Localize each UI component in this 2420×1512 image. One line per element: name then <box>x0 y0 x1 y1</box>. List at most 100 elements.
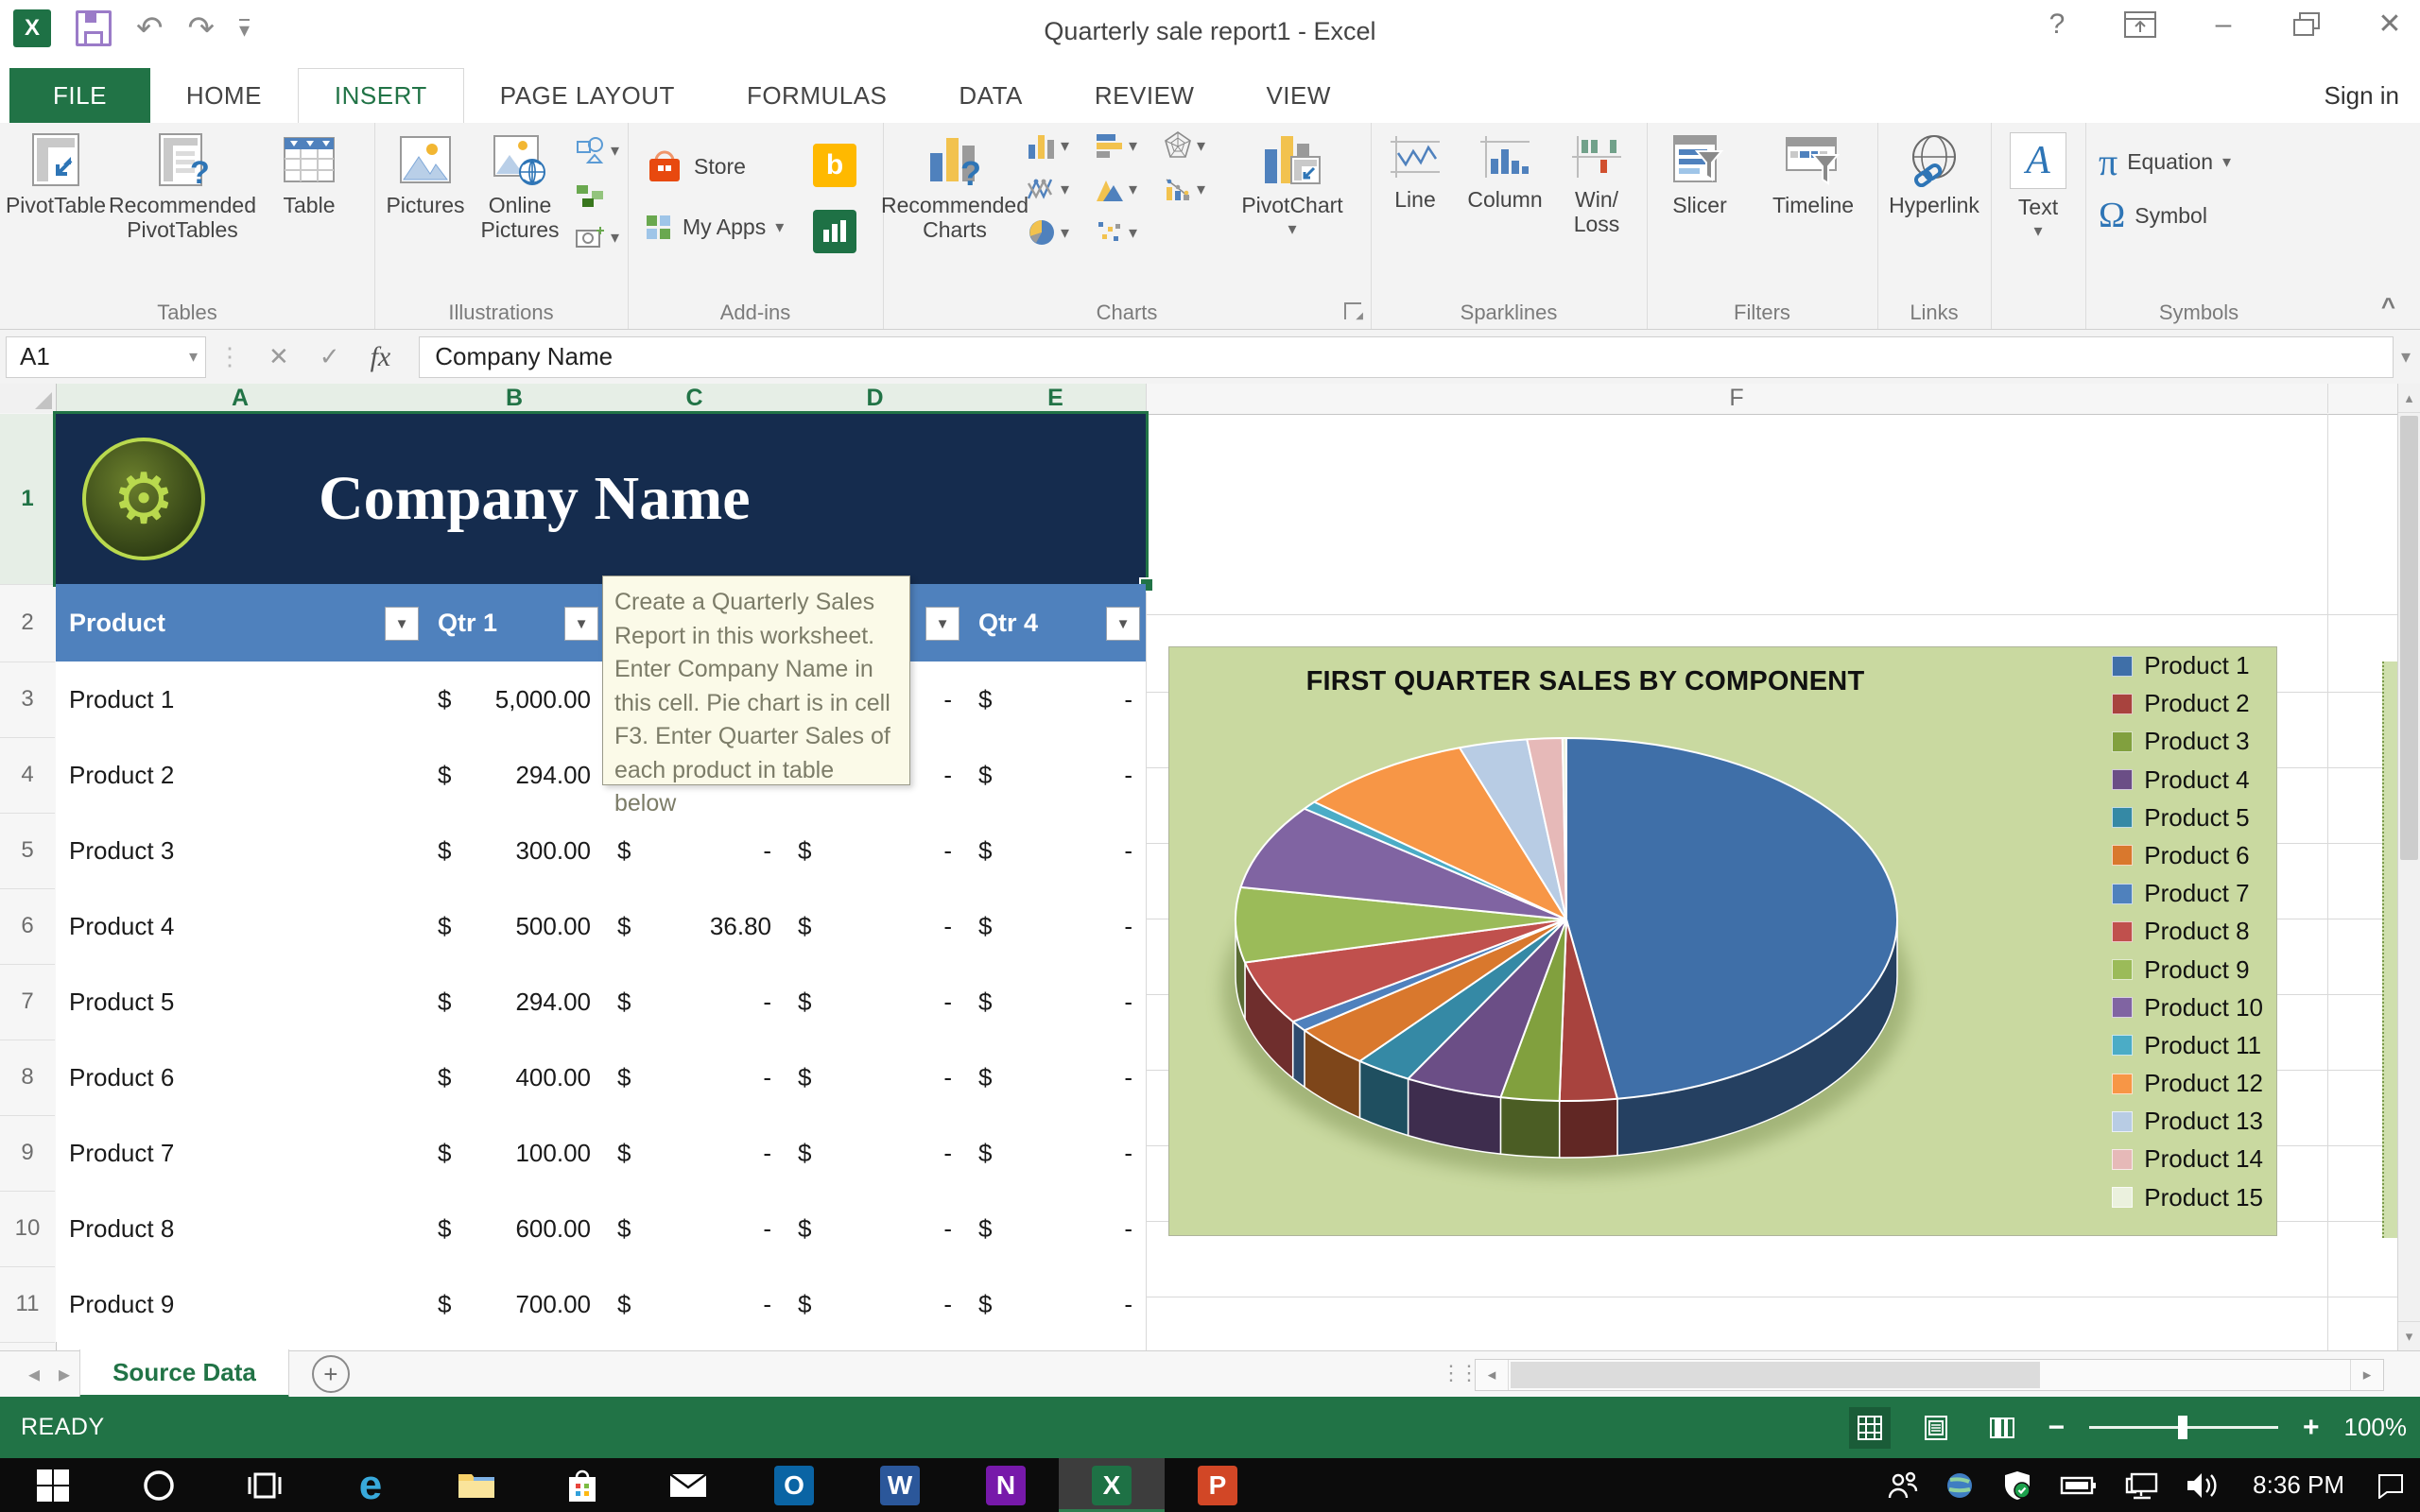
qtr2-value-cell[interactable]: - <box>604 813 771 888</box>
taskbar-store-icon[interactable] <box>529 1458 635 1512</box>
qtr1-value-cell[interactable]: 700.00 <box>424 1266 591 1342</box>
scroll-left-button[interactable]: ◂ <box>1476 1360 1509 1390</box>
tab-insert[interactable]: INSERT <box>297 68 464 123</box>
qtr1-value-cell[interactable]: 5,000.00 <box>424 662 591 737</box>
text-button[interactable]: A Text ▾ <box>1998 132 2078 239</box>
legend-item-product-3[interactable]: Product 3 <box>2112 727 2263 755</box>
insert-scatter-chart-button[interactable]: ▾ <box>1095 217 1137 248</box>
action-center-icon[interactable] <box>2377 1472 2405 1499</box>
taskbar-powerpoint-icon[interactable]: P <box>1165 1458 1270 1512</box>
qtr1-value-cell[interactable]: 294.00 <box>424 737 591 813</box>
tray-network-globe-icon[interactable] <box>1945 1470 1975 1501</box>
qtr3-value-cell[interactable]: - <box>785 1191 952 1266</box>
table-row-product-5[interactable]: Product 5 $294.00 $ - $ - $ - <box>56 964 1146 1040</box>
column-header-partial[interactable] <box>2327 384 2398 413</box>
row-header-6[interactable]: 6 <box>0 888 55 965</box>
scroll-right-button[interactable]: ▸ <box>2350 1360 2383 1390</box>
legend-item-product-11[interactable]: Product 11 <box>2112 1031 2263 1059</box>
ribbon-display-options-button[interactable] <box>2119 10 2161 39</box>
insert-line-chart-button[interactable]: ▾ <box>1027 174 1069 204</box>
taskbar-cortana-icon[interactable] <box>106 1458 212 1512</box>
qtr1-value-cell[interactable]: 300.00 <box>424 813 591 888</box>
symbol-button[interactable]: Ω Symbol <box>2099 195 2207 236</box>
product-name-cell[interactable]: Product 8 <box>69 1191 174 1266</box>
legend-item-product-2[interactable]: Product 2 <box>2112 689 2263 717</box>
product-name-cell[interactable]: Product 2 <box>69 737 174 813</box>
qtr1-value-cell[interactable]: 100.00 <box>424 1115 591 1191</box>
filter-dropdown-button[interactable]: ▼ <box>1106 607 1140 641</box>
table-row-product-4[interactable]: Product 4 $500.00 $36.80 $ - $ - <box>56 888 1146 964</box>
qtr2-value-cell[interactable]: - <box>604 1040 771 1115</box>
header-cell-qtr-4[interactable]: Qtr 4 ▼ <box>965 584 1146 662</box>
header-cell-qtr-1[interactable]: Qtr 1 ▼ <box>424 584 604 662</box>
qtr4-value-cell[interactable]: - <box>965 1191 1132 1266</box>
taskbar-mail-icon[interactable] <box>635 1458 741 1512</box>
insert-column-chart-button[interactable]: ▾ <box>1027 130 1069 161</box>
taskbar-file-explorer-icon[interactable] <box>424 1458 529 1512</box>
qtr2-value-cell[interactable]: - <box>604 1115 771 1191</box>
zoom-out-button[interactable]: − <box>2048 1412 2065 1444</box>
close-button[interactable]: ✕ <box>2369 8 2411 41</box>
tab-formulas[interactable]: FORMULAS <box>711 68 923 123</box>
table-row-product-3[interactable]: Product 3 $300.00 $ - $ - $ - <box>56 813 1146 888</box>
taskbar-task-view-icon[interactable] <box>212 1458 318 1512</box>
taskbar-edge-icon[interactable]: e <box>318 1458 424 1512</box>
company-banner-cell[interactable]: ⚙ Company Name <box>56 414 1146 584</box>
zoom-level[interactable]: 100% <box>2344 1413 2408 1442</box>
row-header-5[interactable]: 5 <box>0 813 55 889</box>
smartart-button[interactable] <box>575 183 607 208</box>
product-name-cell[interactable]: Product 6 <box>69 1040 174 1115</box>
tab-page-layout[interactable]: PAGE LAYOUT <box>464 68 711 123</box>
qtr1-value-cell[interactable]: 294.00 <box>424 964 591 1040</box>
sparkline-column-button[interactable]: Column <box>1460 132 1550 212</box>
zoom-in-button[interactable]: + <box>2303 1412 2320 1444</box>
tab-view[interactable]: VIEW <box>1230 68 1366 123</box>
qtr1-value-cell[interactable]: 500.00 <box>424 888 591 964</box>
qtr4-value-cell[interactable]: - <box>965 737 1132 813</box>
qtr2-value-cell[interactable]: - <box>604 1266 771 1342</box>
column-header-D[interactable]: D <box>785 384 966 414</box>
qtr4-value-cell[interactable]: - <box>965 813 1132 888</box>
table-row-product-1[interactable]: Product 1 $5,000.00- $ - <box>56 662 1146 737</box>
taskbar-start-icon[interactable] <box>0 1458 106 1512</box>
scroll-down-button[interactable]: ▾ <box>2398 1321 2420 1350</box>
header-cell-product[interactable]: Product ▼ <box>56 584 424 662</box>
qtr3-value-cell[interactable]: - <box>785 813 952 888</box>
insert-stock-chart-button[interactable]: ▾ <box>1163 174 1205 204</box>
screenshot-button[interactable]: ▾ <box>575 225 619 249</box>
normal-view-button[interactable] <box>1849 1406 1892 1449</box>
qtr3-value-cell[interactable]: - <box>785 964 952 1040</box>
tab-home[interactable]: HOME <box>150 68 298 123</box>
minimize-button[interactable]: – <box>2203 9 2244 41</box>
filter-dropdown-button[interactable]: ▼ <box>385 607 419 641</box>
qtr4-value-cell[interactable]: - <box>965 964 1132 1040</box>
product-name-cell[interactable]: Product 4 <box>69 888 174 964</box>
product-name-cell[interactable]: Product 5 <box>69 964 174 1040</box>
legend-item-product-8[interactable]: Product 8 <box>2112 917 2263 945</box>
zoom-slider-thumb[interactable] <box>2177 1416 2187 1439</box>
qtr2-value-cell[interactable]: 36.80 <box>604 888 771 964</box>
taskbar-excel-icon[interactable]: X <box>1059 1458 1165 1512</box>
slicer-button[interactable]: Slicer <box>1652 132 1747 217</box>
enter-button[interactable]: ✓ <box>320 342 340 371</box>
select-all-corner[interactable] <box>0 384 57 413</box>
vertical-scrollbar-thumb[interactable] <box>2400 416 2418 860</box>
tray-people-icon[interactable] <box>1888 1471 1918 1500</box>
taskbar-outlook-icon[interactable]: O <box>741 1458 847 1512</box>
tab-file[interactable]: FILE <box>9 68 150 123</box>
qtr3-value-cell[interactable]: - <box>785 1266 952 1342</box>
table-row-product-6[interactable]: Product 6 $400.00 $ - $ - $ - <box>56 1040 1146 1115</box>
taskbar-word-icon[interactable]: W <box>847 1458 953 1512</box>
pivottable-button[interactable]: PivotTable <box>4 132 108 217</box>
store-button[interactable]: Store <box>645 147 746 185</box>
legend-item-product-14[interactable]: Product 14 <box>2112 1144 2263 1173</box>
people-graph-addin-button[interactable] <box>813 210 856 253</box>
product-name-cell[interactable]: Product 7 <box>69 1115 174 1191</box>
row-header-7[interactable]: 7 <box>0 964 55 1040</box>
name-box-dropdown-icon[interactable]: ▾ <box>189 347 198 367</box>
legend-item-product-6[interactable]: Product 6 <box>2112 841 2263 869</box>
hyperlink-button[interactable]: Hyperlink <box>1883 132 1985 217</box>
qtr3-value-cell[interactable]: - <box>785 888 952 964</box>
name-box[interactable]: A1 ▾ <box>6 335 206 378</box>
qtr4-value-cell[interactable]: - <box>965 888 1132 964</box>
